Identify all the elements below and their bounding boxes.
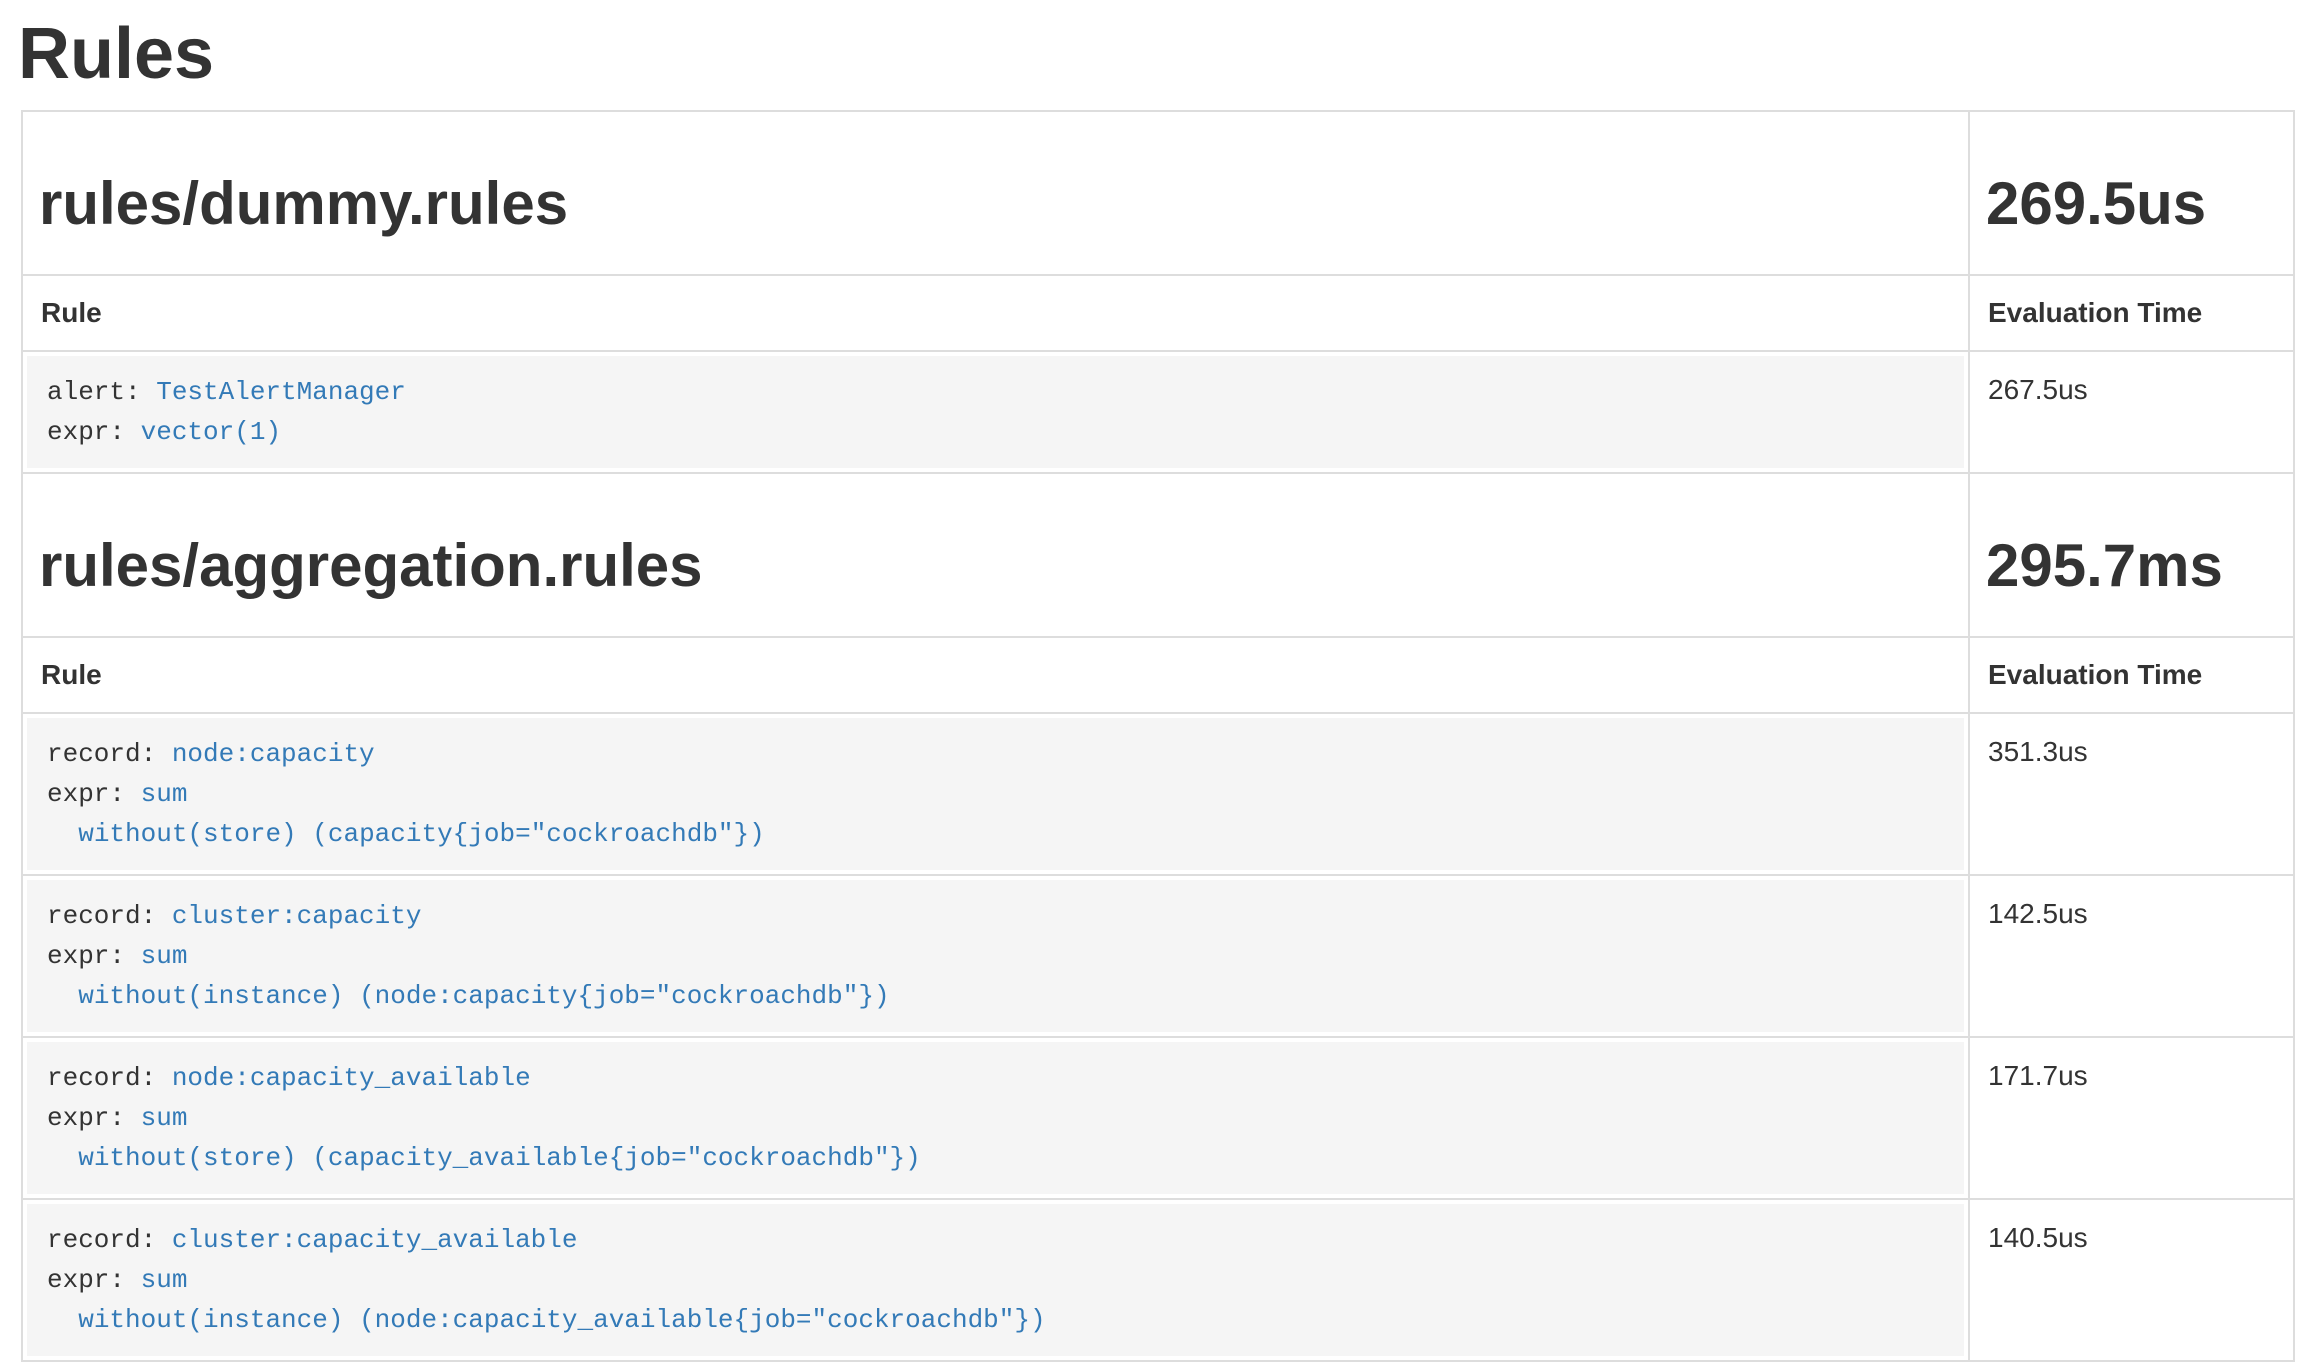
column-header-rule: Rule xyxy=(22,637,1969,713)
rule-expr-link[interactable]: sum without(store) (capacity_available{j… xyxy=(47,1103,921,1173)
rule-code-block: record: cluster:capacity_availableexpr: … xyxy=(27,1204,1964,1356)
rules-page: Rules rules/dummy.rules 269.5us Rule Eva… xyxy=(0,0,2316,1362)
rule-name-link[interactable]: cluster:capacity xyxy=(172,901,422,931)
column-header-eval-time: Evaluation Time xyxy=(1969,637,2294,713)
group-file-heading: rules/dummy.rules xyxy=(39,170,1952,238)
rule-row: record: node:capacity expr: sum without(s… xyxy=(22,713,2294,875)
rule-expr-link[interactable]: sum without(instance) (node:capacity_ava… xyxy=(47,1265,1046,1335)
rule-name-link[interactable]: node:capacity_available xyxy=(172,1063,531,1093)
rule-keyword: record: xyxy=(47,901,172,931)
rule-row: record: cluster:capacity expr: sum withou… xyxy=(22,875,2294,1037)
group-file-heading: rules/aggregation.rules xyxy=(39,532,1952,600)
group-eval-total: 269.5us xyxy=(1986,170,2277,238)
eval-time-value: 351.3us xyxy=(1988,736,2088,767)
rule-keyword: record: xyxy=(47,1225,172,1255)
rule-keyword: record: xyxy=(47,1063,172,1093)
eval-time-cell: 140.5us xyxy=(1969,1199,2294,1361)
rule-row: record: cluster:capacity_availableexpr: … xyxy=(22,1199,2294,1361)
page-title: Rules xyxy=(18,12,2295,96)
rule-code-block: alert: TestAlertManager expr: vector(1) xyxy=(27,356,1964,468)
group-file-cell: rules/dummy.rules xyxy=(22,111,1969,275)
rule-keyword: alert: xyxy=(47,377,156,407)
group-eval-total-cell: 295.7ms xyxy=(1969,473,2294,637)
group-file-cell: rules/aggregation.rules xyxy=(22,473,1969,637)
rule-code-block: record: node:capacity expr: sum without(s… xyxy=(27,718,1964,870)
rule-cell: record: cluster:capacity_availableexpr: … xyxy=(22,1199,1969,1361)
column-header-rule: Rule xyxy=(22,275,1969,351)
eval-time-cell: 142.5us xyxy=(1969,875,2294,1037)
rule-row: record: node:capacity_available expr: sum… xyxy=(22,1037,2294,1199)
rule-cell: alert: TestAlertManager expr: vector(1) xyxy=(22,351,1969,473)
eval-time-cell: 171.7us xyxy=(1969,1037,2294,1199)
rule-expr-link[interactable]: sum without(instance) (node:capacity{job… xyxy=(47,941,890,1011)
column-header-eval-time: Evaluation Time xyxy=(1969,275,2294,351)
eval-time-cell: 267.5us xyxy=(1969,351,2294,473)
expr-keyword: expr: xyxy=(47,417,141,447)
rule-cell: record: node:capacity expr: sum without(s… xyxy=(22,713,1969,875)
group-header-row: rules/dummy.rules 269.5us xyxy=(22,111,2294,275)
group-header-row: rules/aggregation.rules 295.7ms xyxy=(22,473,2294,637)
expr-keyword: expr: xyxy=(47,1103,141,1133)
rule-keyword: record: xyxy=(47,739,172,769)
eval-time-cell: 351.3us xyxy=(1969,713,2294,875)
rule-cell: record: node:capacity_available expr: sum… xyxy=(22,1037,1969,1199)
column-header-row: Rule Evaluation Time xyxy=(22,275,2294,351)
group-eval-total-cell: 269.5us xyxy=(1969,111,2294,275)
rule-name-link[interactable]: node:capacity xyxy=(172,739,375,769)
rule-expr-link[interactable]: sum without(store) (capacity{job="cockro… xyxy=(47,779,765,849)
eval-time-value: 267.5us xyxy=(1988,374,2088,405)
expr-keyword: expr: xyxy=(47,941,141,971)
column-header-row: Rule Evaluation Time xyxy=(22,637,2294,713)
eval-time-value: 142.5us xyxy=(1988,898,2088,929)
eval-time-value: 140.5us xyxy=(1988,1222,2088,1253)
rule-expr-link[interactable]: vector(1) xyxy=(141,417,281,447)
rule-row: alert: TestAlertManager expr: vector(1) 2… xyxy=(22,351,2294,473)
rule-code-block: record: node:capacity_available expr: sum… xyxy=(27,1042,1964,1194)
eval-time-value: 171.7us xyxy=(1988,1060,2088,1091)
expr-keyword: expr: xyxy=(47,779,141,809)
rule-code-block: record: cluster:capacity expr: sum withou… xyxy=(27,880,1964,1032)
rule-name-link[interactable]: cluster:capacity_available xyxy=(172,1225,578,1255)
group-eval-total: 295.7ms xyxy=(1986,532,2277,600)
rule-cell: record: cluster:capacity expr: sum withou… xyxy=(22,875,1969,1037)
rules-table: rules/dummy.rules 269.5us Rule Evaluatio… xyxy=(21,110,2295,1362)
expr-keyword: expr: xyxy=(47,1265,141,1295)
rule-name-link[interactable]: TestAlertManager xyxy=(156,377,406,407)
